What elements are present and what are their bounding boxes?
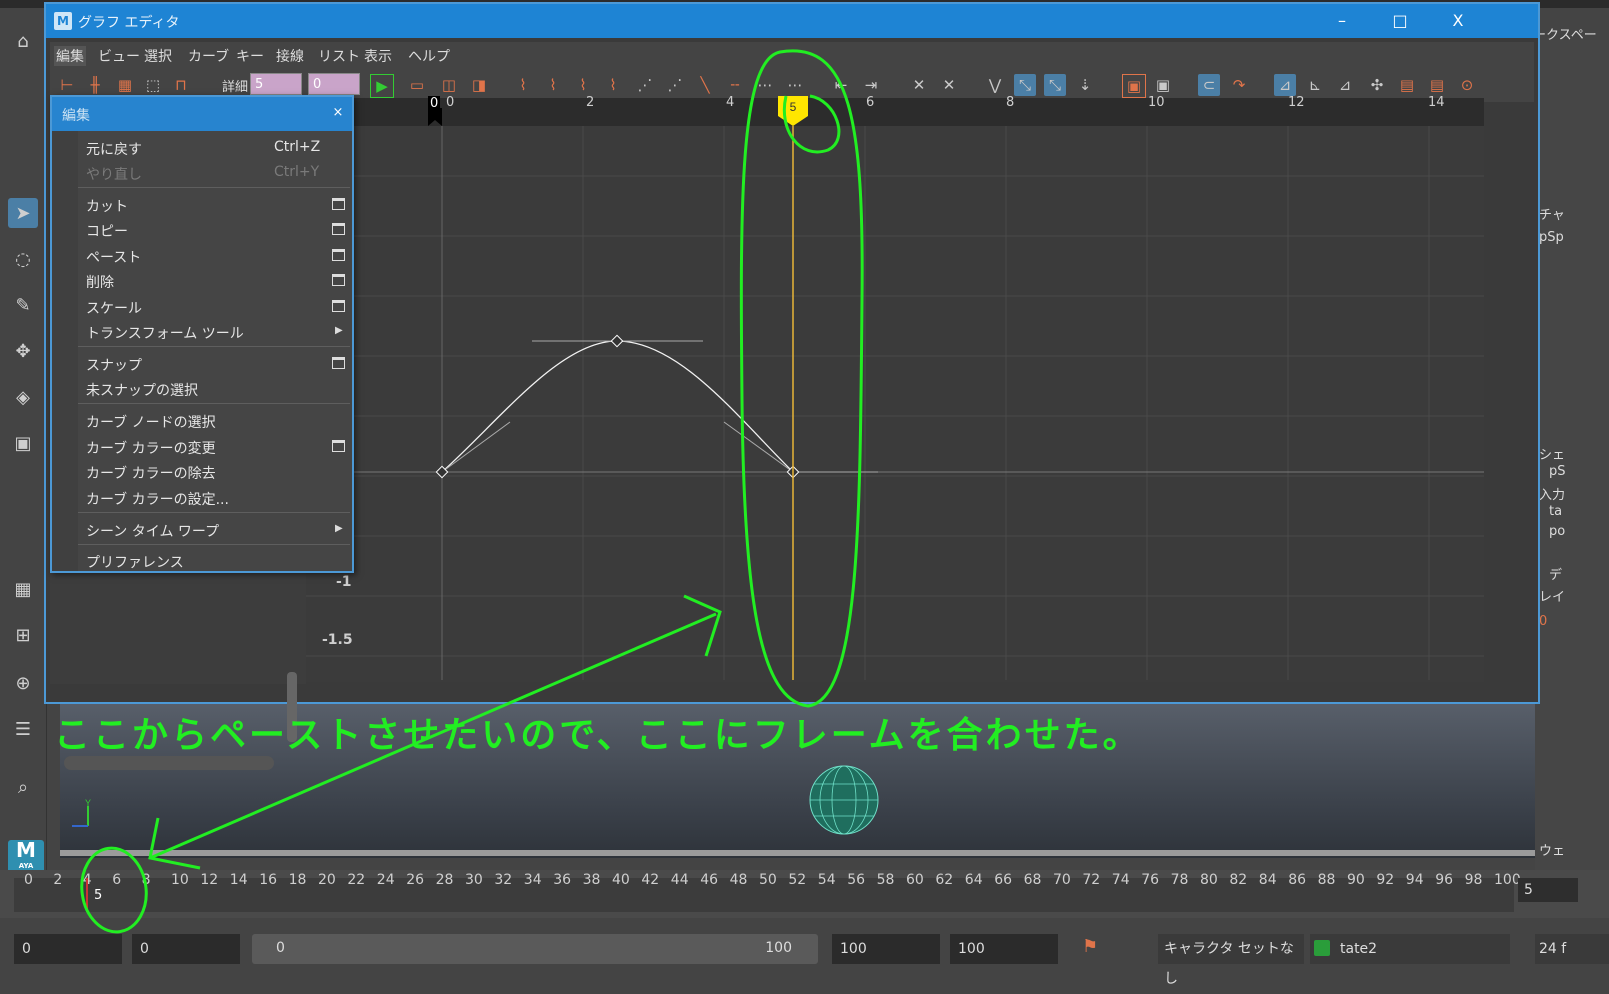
- highlight-loop: [782, 94, 841, 154]
- annotation-text: ここからペーストさせたいので、ここにフレームを合わせた。: [54, 715, 1142, 756]
- timeline-highlight-circle: [80, 846, 148, 934]
- arrow-head-bottom: [148, 817, 201, 870]
- annotation-overlay: [80, 49, 864, 934]
- highlight-circle: [739, 49, 864, 708]
